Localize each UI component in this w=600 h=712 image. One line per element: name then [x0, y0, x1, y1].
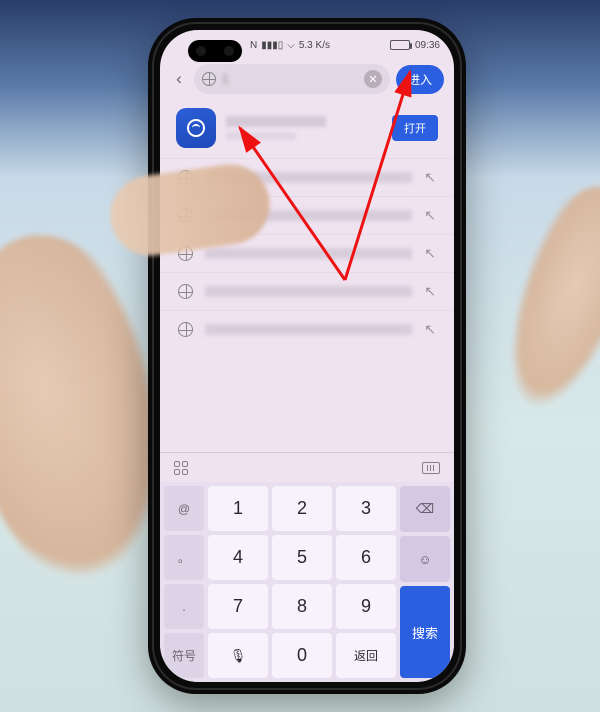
key-emoji[interactable]: ☺: [400, 536, 450, 582]
key-1[interactable]: 1: [208, 486, 268, 531]
featured-subtitle: [226, 132, 296, 140]
address-bar-row: ‹ 1 ✕ 进入: [160, 60, 454, 98]
key-7[interactable]: 7: [208, 584, 268, 629]
key-backspace[interactable]: ⌫: [400, 486, 450, 532]
globe-icon: [178, 170, 193, 185]
suggestion-item[interactable]: ↖: [160, 158, 454, 196]
insert-arrow-icon[interactable]: ↖: [424, 207, 436, 224]
phone-screen: N ▮▮▮▯ ⌵ 5.3 K/s 09:36 ‹ 1 ✕: [160, 30, 454, 682]
key-cn-period[interactable]: 。: [164, 535, 204, 580]
key-4[interactable]: 4: [208, 535, 268, 580]
key-symbols[interactable]: 符号: [164, 633, 204, 678]
photo-background: N ▮▮▮▯ ⌵ 5.3 K/s 09:36 ‹ 1 ✕: [0, 0, 600, 712]
nfc-icon: N: [250, 40, 257, 51]
clock: 09:36: [415, 40, 440, 51]
insert-arrow-icon[interactable]: ↖: [424, 245, 436, 262]
suggestion-item[interactable]: ↖: [160, 272, 454, 310]
signal-icon: ▮▮▮▯: [261, 40, 283, 51]
suggestion-text: [205, 248, 412, 259]
numeric-keyboard: @ 。 . 符号 1 2 3 4 5 6 7 8 9 🎙 0: [160, 482, 454, 682]
keyboard-toggle-icon[interactable]: [422, 462, 440, 474]
globe-icon: [178, 246, 193, 261]
featured-meta: [226, 116, 382, 140]
insert-arrow-icon[interactable]: ↖: [424, 321, 436, 338]
network-speed: 5.3 K/s: [299, 40, 330, 51]
key-mic[interactable]: 🎙: [208, 633, 268, 678]
wifi-app-icon: [176, 108, 216, 148]
globe-icon: [178, 284, 193, 299]
clear-input-button[interactable]: ✕: [364, 70, 382, 88]
key-9[interactable]: 9: [336, 584, 396, 629]
featured-result[interactable]: 打开: [160, 98, 454, 158]
hand-right: [465, 167, 600, 452]
key-0[interactable]: 0: [272, 633, 332, 678]
suggestion-list: ↖ ↖ ↖ ↖: [160, 158, 454, 348]
key-return[interactable]: 返回: [336, 633, 396, 678]
key-search[interactable]: 搜索: [400, 586, 450, 678]
keyboard-toolbar: [160, 452, 454, 482]
globe-icon: [202, 72, 216, 86]
url-input-text: 1: [222, 72, 358, 86]
url-input[interactable]: 1 ✕: [194, 64, 390, 94]
spacer: [160, 348, 454, 452]
suggestion-item[interactable]: ↖: [160, 196, 454, 234]
wifi-icon: ⌵: [287, 40, 295, 51]
keyboard-fn-column: @ 。 . 符号: [164, 486, 204, 678]
suggestion-text: [205, 210, 412, 221]
grid-icon[interactable]: [174, 461, 188, 475]
key-3[interactable]: 3: [336, 486, 396, 531]
battery-icon: [390, 40, 410, 50]
key-period[interactable]: .: [164, 584, 204, 629]
phone-frame: N ▮▮▮▯ ⌵ 5.3 K/s 09:36 ‹ 1 ✕: [148, 18, 466, 694]
key-8[interactable]: 8: [272, 584, 332, 629]
suggestion-text: [205, 172, 412, 183]
camera-cutout: [188, 40, 242, 62]
keyboard-action-column: ⌫ ☺ 搜索: [400, 486, 450, 678]
key-2[interactable]: 2: [272, 486, 332, 531]
insert-arrow-icon[interactable]: ↖: [424, 283, 436, 300]
suggestion-item[interactable]: ↖: [160, 310, 454, 348]
suggestion-text: [205, 286, 412, 297]
key-5[interactable]: 5: [272, 535, 332, 580]
insert-arrow-icon[interactable]: ↖: [424, 169, 436, 186]
globe-icon: [178, 322, 193, 337]
suggestion-item[interactable]: ↖: [160, 234, 454, 272]
open-button[interactable]: 打开: [392, 115, 438, 141]
suggestion-text: [205, 324, 412, 335]
key-6[interactable]: 6: [336, 535, 396, 580]
featured-title: [226, 116, 326, 127]
enter-button[interactable]: 进入: [396, 65, 444, 94]
key-at[interactable]: @: [164, 486, 204, 531]
globe-icon: [178, 208, 193, 223]
back-button[interactable]: ‹: [170, 69, 188, 89]
keyboard-digits: 1 2 3 4 5 6 7 8 9 🎙 0 返回: [208, 486, 396, 678]
